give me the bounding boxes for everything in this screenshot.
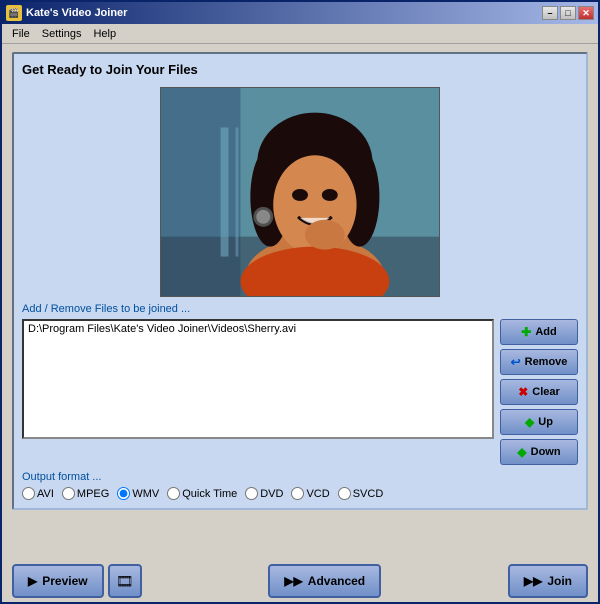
vcd-radio[interactable] [291,487,304,500]
join-label: Join [547,574,572,588]
minimize-button[interactable]: – [542,6,558,20]
preview-label: Preview [42,574,87,588]
remove-icon: ↩ [511,355,521,369]
bottom-left: ▶ Preview 🎞 [12,564,142,598]
up-button[interactable]: ◆ Up [500,409,578,435]
page-title: Get Ready to Join Your Files [22,62,578,77]
add-icon: ✚ [521,325,531,339]
advanced-button[interactable]: ▶▶ Advanced [268,564,381,598]
preview-area [160,87,440,297]
menu-bar: File Settings Help [2,24,598,44]
filmstrip-button[interactable]: 🎞 [108,564,142,598]
menu-settings[interactable]: Settings [36,27,88,41]
main-content: Get Ready to Join Your Files [2,44,598,560]
file-list-item[interactable]: D:\Program Files\Kate's Video Joiner\Vid… [28,323,488,335]
bottom-bar: ▶ Preview 🎞 ▶▶ Advanced ▶▶ Join [2,560,598,602]
advanced-icon: ▶▶ [284,574,302,588]
wmv-label: WMV [132,488,159,500]
format-svcd[interactable]: SVCD [338,487,384,500]
menu-file[interactable]: File [6,27,36,41]
down-button[interactable]: ◆ Down [500,439,578,465]
svcd-radio[interactable] [338,487,351,500]
file-list[interactable]: D:\Program Files\Kate's Video Joiner\Vid… [22,319,494,439]
join-button[interactable]: ▶▶ Join [508,564,588,598]
clear-button[interactable]: ✖ Clear [500,379,578,405]
remove-button[interactable]: ↩ Remove [500,349,578,375]
up-icon: ◆ [525,415,534,429]
format-radio-group: AVI MPEG WMV Quick Time [22,487,578,500]
mpeg-radio[interactable] [62,487,75,500]
filmstrip-icon: 🎞 [116,573,134,590]
svcd-label: SVCD [353,488,384,500]
maximize-button[interactable]: □ [560,6,576,20]
files-label: Add / Remove Files to be joined ... [22,303,578,315]
up-label: Up [538,416,553,428]
format-mpeg[interactable]: MPEG [62,487,109,500]
dvd-label: DVD [260,488,283,500]
quicktime-label: Quick Time [182,488,237,500]
preview-icon: ▶ [28,574,37,588]
avi-radio[interactable] [22,487,35,500]
down-icon: ◆ [517,445,526,459]
files-row: D:\Program Files\Kate's Video Joiner\Vid… [22,319,578,465]
remove-label: Remove [525,356,568,368]
vcd-label: VCD [306,488,329,500]
app-icon: 🎬 [6,5,22,21]
join-icon: ▶▶ [524,574,542,588]
wmv-radio[interactable] [117,487,130,500]
advanced-label: Advanced [308,574,365,588]
file-buttons: ✚ Add ↩ Remove ✖ Clear ◆ [500,319,578,465]
dvd-radio[interactable] [245,487,258,500]
inner-panel: Get Ready to Join Your Files [12,52,588,510]
title-bar: 🎬 Kate's Video Joiner – □ ✕ [2,2,598,24]
files-section: Add / Remove Files to be joined ... D:\P… [22,303,578,465]
title-buttons: – □ ✕ [542,6,594,20]
main-window: 🎬 Kate's Video Joiner – □ ✕ File Setting… [0,0,600,604]
format-wmv[interactable]: WMV [117,487,159,500]
down-label: Down [531,446,561,458]
add-label: Add [535,326,556,338]
title-bar-left: 🎬 Kate's Video Joiner [6,5,127,21]
mpeg-label: MPEG [77,488,109,500]
format-dvd[interactable]: DVD [245,487,283,500]
format-quicktime[interactable]: Quick Time [167,487,237,500]
preview-image [161,87,439,297]
quicktime-radio[interactable] [167,487,180,500]
clear-label: Clear [532,386,560,398]
format-vcd[interactable]: VCD [291,487,329,500]
format-avi[interactable]: AVI [22,487,54,500]
output-section: Output format ... AVI MPEG WMV [22,471,578,500]
close-button[interactable]: ✕ [578,6,594,20]
add-button[interactable]: ✚ Add [500,319,578,345]
window-title: Kate's Video Joiner [26,7,127,19]
avi-label: AVI [37,488,54,500]
menu-help[interactable]: Help [87,27,122,41]
clear-icon: ✖ [518,385,528,399]
preview-button[interactable]: ▶ Preview [12,564,104,598]
output-label: Output format ... [22,471,578,483]
